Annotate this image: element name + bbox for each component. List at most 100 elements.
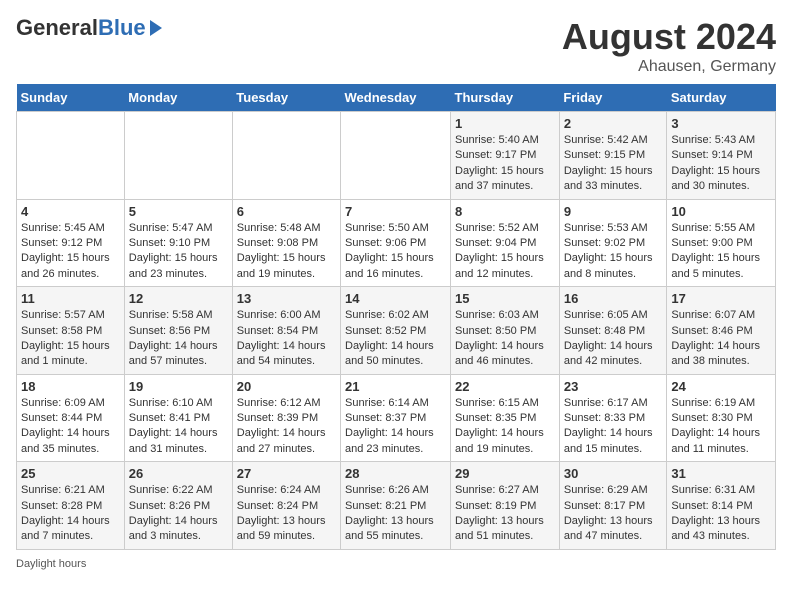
day-number: 20: [237, 379, 336, 394]
day-number: 1: [455, 116, 555, 131]
day-number: 12: [129, 291, 228, 306]
day-number: 28: [345, 466, 446, 481]
day-info: Sunrise: 5:48 AM Sunset: 9:08 PM Dayligh…: [237, 221, 336, 283]
day-info: Sunrise: 5:57 AM Sunset: 8:58 PM Dayligh…: [21, 308, 120, 370]
calendar-cell: 23 Sunrise: 6:17 AM Sunset: 8:33 PM Dayli…: [559, 374, 667, 462]
day-number: 14: [345, 291, 446, 306]
title-block: August 2024 Ahausen, Germany: [562, 16, 776, 76]
day-info: Sunrise: 6:27 AM Sunset: 8:19 PM Dayligh…: [455, 483, 555, 545]
location-subtitle: Ahausen, Germany: [562, 58, 776, 76]
day-number: 25: [21, 466, 120, 481]
day-info: Sunrise: 5:58 AM Sunset: 8:56 PM Dayligh…: [129, 308, 228, 370]
calendar-cell: 10Sunrise: 5:55 AM Sunset: 9:00 PM Dayli…: [667, 199, 776, 287]
day-number: 31: [671, 466, 771, 481]
day-info: Sunrise: 6:05 AM Sunset: 8:48 PM Dayligh…: [564, 308, 663, 370]
calendar-cell: 16 Sunrise: 6:05 AM Sunset: 8:48 PM Dayli…: [559, 287, 667, 375]
day-info: Sunrise: 6:07 AM Sunset: 8:46 PM Dayligh…: [671, 308, 771, 370]
calendar-cell: 27 Sunrise: 6:24 AM Sunset: 8:24 PM Dayli…: [232, 462, 340, 550]
calendar-footer: Daylight hours: [16, 558, 776, 570]
calendar-cell: 30Sunrise: 6:29 AM Sunset: 8:17 PM Dayli…: [559, 462, 667, 550]
day-number: 27: [237, 466, 336, 481]
calendar-cell: 17 Sunrise: 6:07 AM Sunset: 8:46 PM Dayli…: [667, 287, 776, 375]
day-info: Sunrise: 5:43 AM Sunset: 9:14 PM Dayligh…: [671, 133, 771, 195]
calendar-week-row: 18Sunrise: 6:09 AM Sunset: 8:44 PM Dayli…: [17, 374, 776, 462]
calendar-cell: 26 Sunrise: 6:22 AM Sunset: 8:26 PM Dayli…: [124, 462, 232, 550]
day-number: 8: [455, 204, 555, 219]
day-number: 4: [21, 204, 120, 219]
calendar-week-row: 1 Sunrise: 5:40 AM Sunset: 9:17 PM Daylig…: [17, 112, 776, 200]
day-info: Sunrise: 5:47 AM Sunset: 9:10 PM Dayligh…: [129, 221, 228, 283]
day-info: Sunrise: 6:03 AM Sunset: 8:50 PM Dayligh…: [455, 308, 555, 370]
calendar-cell: 11 Sunrise: 5:57 AM Sunset: 8:58 PM Dayli…: [17, 287, 125, 375]
day-number: 6: [237, 204, 336, 219]
calendar-cell: 13Sunrise: 6:00 AM Sunset: 8:54 PM Dayli…: [232, 287, 340, 375]
day-number: 18: [21, 379, 120, 394]
day-number: 9: [564, 204, 663, 219]
day-info: Sunrise: 6:21 AM Sunset: 8:28 PM Dayligh…: [21, 483, 120, 545]
day-info: Sunrise: 6:22 AM Sunset: 8:26 PM Dayligh…: [129, 483, 228, 545]
day-info: Sunrise: 5:40 AM Sunset: 9:17 PM Dayligh…: [455, 133, 555, 195]
day-info: Sunrise: 5:55 AM Sunset: 9:00 PM Dayligh…: [671, 221, 771, 283]
day-number: 3: [671, 116, 771, 131]
month-year-title: August 2024: [562, 16, 776, 58]
calendar-cell: 7 Sunrise: 5:50 AM Sunset: 9:06 PM Daylig…: [341, 199, 451, 287]
calendar-cell: 8Sunrise: 5:52 AM Sunset: 9:04 PM Daylig…: [451, 199, 560, 287]
logo: GeneralBlue: [16, 16, 162, 40]
calendar-day-header: Friday: [559, 84, 667, 112]
day-number: 24: [671, 379, 771, 394]
day-number: 16: [564, 291, 663, 306]
calendar-week-row: 25 Sunrise: 6:21 AM Sunset: 8:28 PM Dayli…: [17, 462, 776, 550]
calendar-cell: 31 Sunrise: 6:31 AM Sunset: 8:14 PM Dayli…: [667, 462, 776, 550]
calendar-header-row: SundayMondayTuesdayWednesdayThursdayFrid…: [17, 84, 776, 112]
calendar-cell: 25 Sunrise: 6:21 AM Sunset: 8:28 PM Dayli…: [17, 462, 125, 550]
day-info: Sunrise: 6:17 AM Sunset: 8:33 PM Dayligh…: [564, 396, 663, 458]
day-info: Sunrise: 6:15 AM Sunset: 8:35 PM Dayligh…: [455, 396, 555, 458]
calendar-cell: 19 Sunrise: 6:10 AM Sunset: 8:41 PM Dayli…: [124, 374, 232, 462]
day-number: 26: [129, 466, 228, 481]
day-info: Sunrise: 6:10 AM Sunset: 8:41 PM Dayligh…: [129, 396, 228, 458]
day-number: 29: [455, 466, 555, 481]
day-info: Sunrise: 6:31 AM Sunset: 8:14 PM Dayligh…: [671, 483, 771, 545]
calendar-cell: 9 Sunrise: 5:53 AM Sunset: 9:02 PM Daylig…: [559, 199, 667, 287]
day-info: Sunrise: 6:02 AM Sunset: 8:52 PM Dayligh…: [345, 308, 446, 370]
day-info: Sunrise: 6:19 AM Sunset: 8:30 PM Dayligh…: [671, 396, 771, 458]
day-info: Sunrise: 5:50 AM Sunset: 9:06 PM Dayligh…: [345, 221, 446, 283]
day-number: 5: [129, 204, 228, 219]
calendar-cell: 21Sunrise: 6:14 AM Sunset: 8:37 PM Dayli…: [341, 374, 451, 462]
calendar-day-header: Wednesday: [341, 84, 451, 112]
day-info: Sunrise: 5:45 AM Sunset: 9:12 PM Dayligh…: [21, 221, 120, 283]
calendar-cell: 22 Sunrise: 6:15 AM Sunset: 8:35 PM Dayli…: [451, 374, 560, 462]
day-info: Sunrise: 6:14 AM Sunset: 8:37 PM Dayligh…: [345, 396, 446, 458]
day-number: 17: [671, 291, 771, 306]
calendar-day-header: Thursday: [451, 84, 560, 112]
day-number: 2: [564, 116, 663, 131]
day-info: Sunrise: 5:42 AM Sunset: 9:15 PM Dayligh…: [564, 133, 663, 195]
day-number: 23: [564, 379, 663, 394]
calendar-cell: 5 Sunrise: 5:47 AM Sunset: 9:10 PM Daylig…: [124, 199, 232, 287]
calendar-week-row: 11 Sunrise: 5:57 AM Sunset: 8:58 PM Dayli…: [17, 287, 776, 375]
day-number: 19: [129, 379, 228, 394]
calendar-cell: 6 Sunrise: 5:48 AM Sunset: 9:08 PM Daylig…: [232, 199, 340, 287]
calendar-day-header: Monday: [124, 84, 232, 112]
calendar-week-row: 4 Sunrise: 5:45 AM Sunset: 9:12 PM Daylig…: [17, 199, 776, 287]
day-info: Sunrise: 6:12 AM Sunset: 8:39 PM Dayligh…: [237, 396, 336, 458]
calendar-cell: 15Sunrise: 6:03 AM Sunset: 8:50 PM Dayli…: [451, 287, 560, 375]
calendar-cell: 29 Sunrise: 6:27 AM Sunset: 8:19 PM Dayli…: [451, 462, 560, 550]
day-info: Sunrise: 6:29 AM Sunset: 8:17 PM Dayligh…: [564, 483, 663, 545]
daylight-label: Daylight hours: [16, 558, 86, 570]
calendar-cell: 18Sunrise: 6:09 AM Sunset: 8:44 PM Dayli…: [17, 374, 125, 462]
day-info: Sunrise: 6:26 AM Sunset: 8:21 PM Dayligh…: [345, 483, 446, 545]
calendar-cell: 1 Sunrise: 5:40 AM Sunset: 9:17 PM Daylig…: [451, 112, 560, 200]
calendar-cell: 12 Sunrise: 5:58 AM Sunset: 8:56 PM Dayli…: [124, 287, 232, 375]
day-number: 11: [21, 291, 120, 306]
calendar-cell: [124, 112, 232, 200]
day-info: Sunrise: 6:24 AM Sunset: 8:24 PM Dayligh…: [237, 483, 336, 545]
calendar-day-header: Sunday: [17, 84, 125, 112]
day-number: 22: [455, 379, 555, 394]
day-number: 7: [345, 204, 446, 219]
day-info: Sunrise: 5:53 AM Sunset: 9:02 PM Dayligh…: [564, 221, 663, 283]
day-number: 13: [237, 291, 336, 306]
calendar-cell: 28 Sunrise: 6:26 AM Sunset: 8:21 PM Dayli…: [341, 462, 451, 550]
calendar-cell: [17, 112, 125, 200]
calendar-cell: 20 Sunrise: 6:12 AM Sunset: 8:39 PM Dayli…: [232, 374, 340, 462]
